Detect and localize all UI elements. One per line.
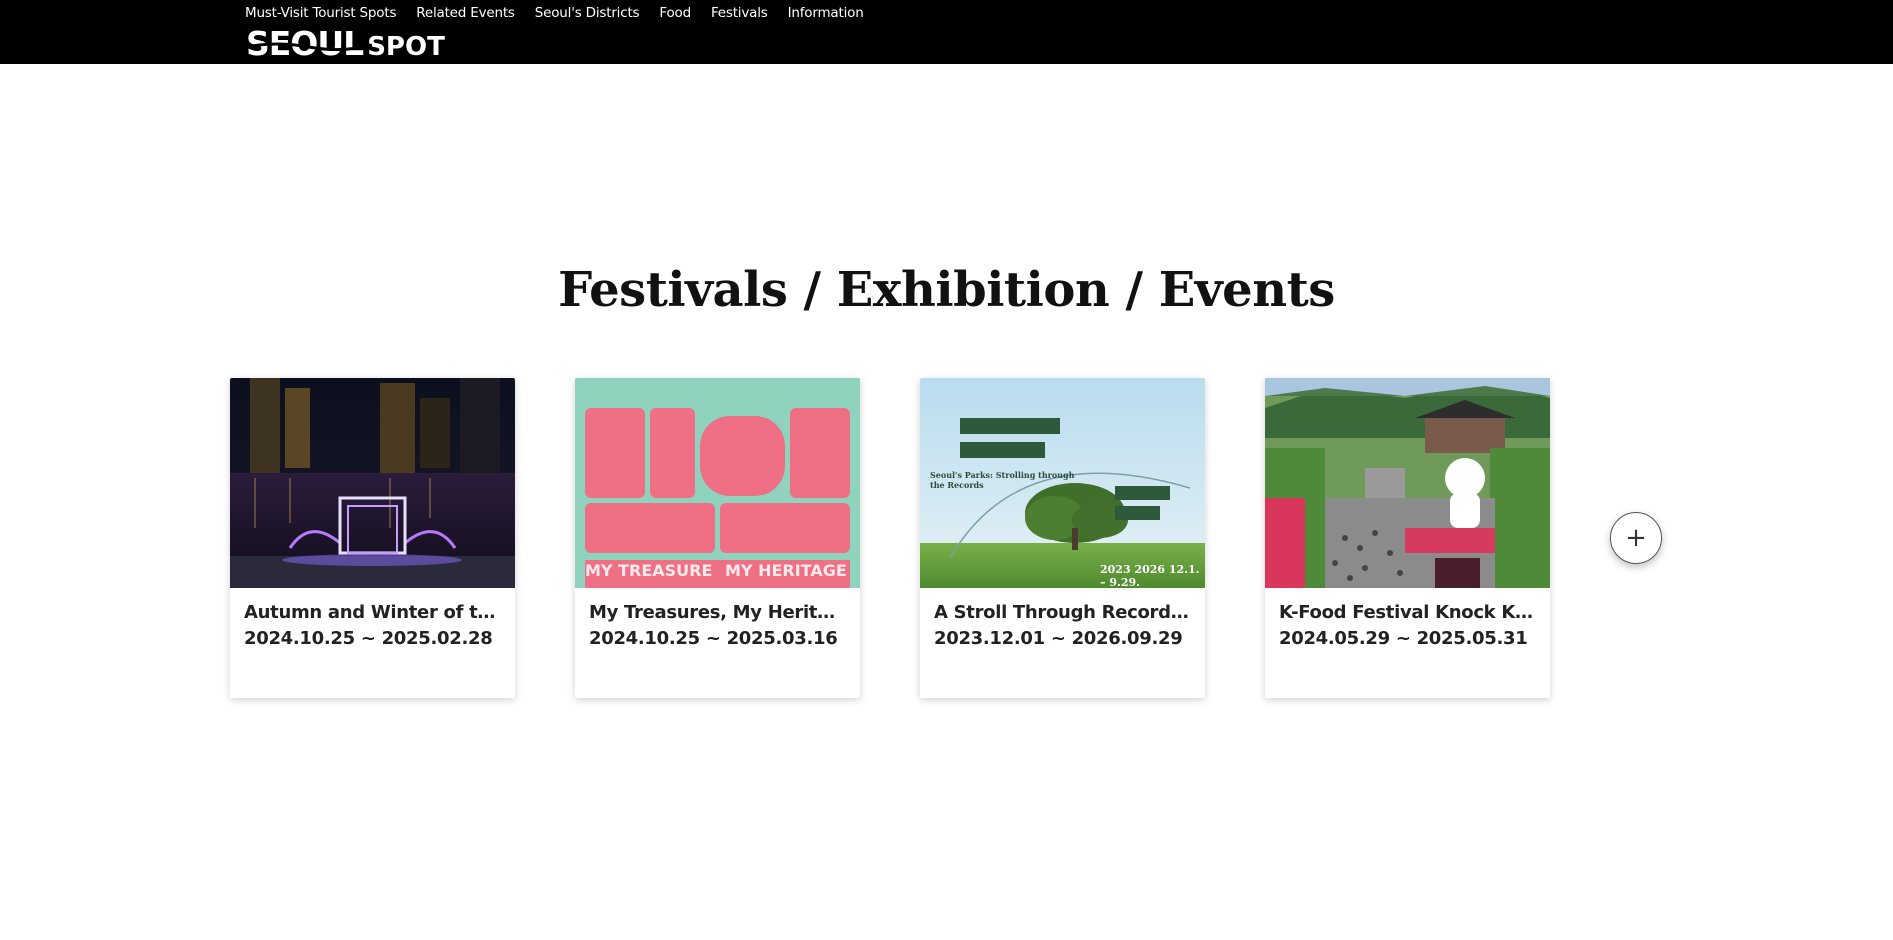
event-date: 2023.12.01 ~ 2026.09.29	[934, 628, 1183, 649]
top-navigation-bar: Must-Visit Tourist Spots Related Events …	[0, 0, 1893, 64]
event-date: 2024.10.25 ~ 2025.03.16	[589, 628, 838, 649]
event-title: My Treasures, My Heritage	[589, 602, 846, 623]
main-nav: Must-Visit Tourist Spots Related Events …	[245, 5, 884, 21]
logo-sub-text: SPOT	[367, 32, 445, 62]
nav-festivals[interactable]: Festivals	[711, 5, 768, 21]
event-card-list: Autumn and Winter of the l… 2024.10.25 ~…	[230, 378, 1550, 698]
logo-wave-icon	[246, 42, 372, 51]
event-card[interactable]: MY TREASURE MY HERITAGE My Treasures, My…	[575, 378, 860, 698]
section-title: Festivals / Exhibition / Events	[558, 262, 1335, 318]
poster-text-right: MY HERITAGE	[725, 561, 847, 580]
event-card[interactable]: Seoul's Parks: Strolling through the Rec…	[920, 378, 1205, 698]
nav-food[interactable]: Food	[659, 5, 691, 21]
nav-information[interactable]: Information	[788, 5, 864, 21]
event-title: Autumn and Winter of the l…	[244, 602, 501, 623]
plus-icon: +	[1625, 523, 1647, 553]
event-title: A Stroll Through Records: …	[934, 602, 1191, 623]
event-image-park-poster: Seoul's Parks: Strolling through the Rec…	[920, 378, 1205, 588]
nav-seoul-districts[interactable]: Seoul's Districts	[535, 5, 640, 21]
site-logo[interactable]: SEOUL SPOT	[246, 27, 445, 62]
nav-tourist-spots[interactable]: Must-Visit Tourist Spots	[245, 5, 396, 21]
poster-subtitle: Seoul's Parks: Strolling through the Rec…	[930, 470, 1075, 490]
event-date: 2024.10.25 ~ 2025.02.28	[244, 628, 493, 649]
poster-text-left: MY TREASURE	[585, 561, 713, 580]
event-date: 2024.05.29 ~ 2025.05.31	[1279, 628, 1528, 649]
event-image-kfood-festival	[1265, 378, 1550, 588]
poster-dates: 2023 2026 12.1. – 9.29.	[1100, 563, 1200, 588]
event-image-night-festival	[230, 378, 515, 588]
event-title: K-Food Festival Knock Knock	[1279, 602, 1536, 623]
nav-related-events[interactable]: Related Events	[416, 5, 515, 21]
more-events-button[interactable]: +	[1610, 512, 1662, 564]
event-card[interactable]: Autumn and Winter of the l… 2024.10.25 ~…	[230, 378, 515, 698]
event-card[interactable]: K-Food Festival Knock Knock 2024.05.29 ~…	[1265, 378, 1550, 698]
event-image-heritage-poster: MY TREASURE MY HERITAGE	[575, 378, 860, 588]
